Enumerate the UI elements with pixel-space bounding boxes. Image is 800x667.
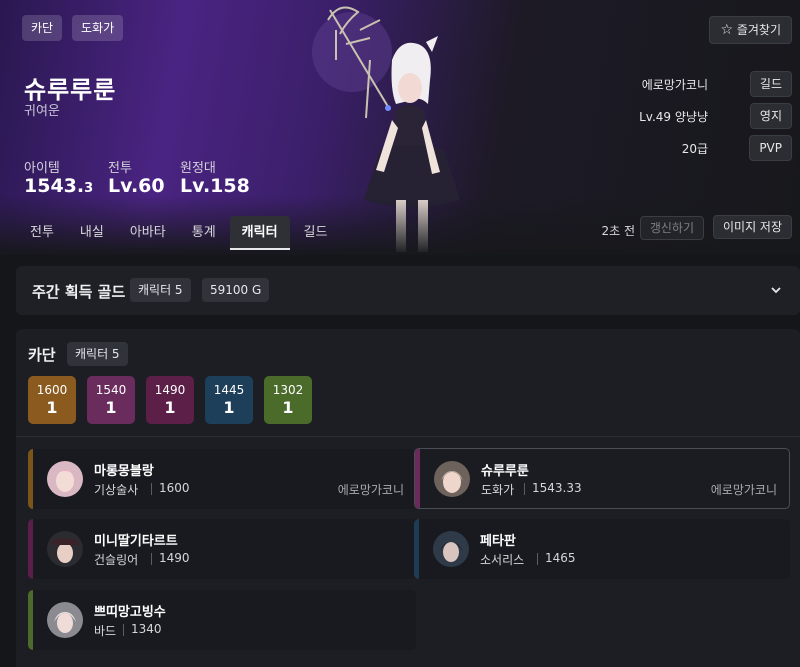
level-bucket-count: 1 bbox=[282, 398, 294, 417]
level-bucket-level: 1540 bbox=[95, 383, 127, 397]
character-avatar bbox=[47, 461, 83, 497]
character-card[interactable]: 마롱몽블랑 기상술사 1600 에로망가코니 bbox=[28, 449, 416, 509]
gold-character-count: 캐릭터 5 bbox=[130, 278, 191, 302]
character-avatar bbox=[47, 531, 83, 567]
weekly-gold-title: 주간 획득 골드 bbox=[32, 283, 126, 301]
tab-stats[interactable]: 통계 bbox=[180, 216, 228, 250]
updated-time: 2초 전 bbox=[601, 224, 635, 238]
character-card-name: 쁘띠망고빙수 bbox=[94, 605, 166, 620]
item-level-value: 1543.3 bbox=[24, 175, 93, 197]
server-name: 카단 bbox=[28, 346, 56, 364]
level-bucket-level: 1445 bbox=[213, 383, 245, 397]
character-card[interactable]: 미니딸기타르트 건슬링어 1490 bbox=[28, 519, 416, 579]
character-card-guild: 에로망가코니 bbox=[337, 483, 404, 497]
level-bucket-count: 1 bbox=[105, 398, 117, 417]
tab-avatar[interactable]: 아바타 bbox=[118, 216, 178, 250]
weekly-gold-panel[interactable]: 주간 획득 골드 캐릭터 5 59100 G bbox=[16, 266, 800, 315]
expedition-level-label: 원정대 bbox=[180, 161, 216, 176]
profile-tabs: 전투 내실 아바타 통계 캐릭터 길드 bbox=[18, 216, 341, 250]
character-card-name: 페타판 bbox=[480, 534, 516, 549]
favorite-label: 즐겨찾기 bbox=[736, 23, 781, 37]
guild-button[interactable]: 길드 bbox=[749, 71, 792, 97]
level-bucket-level: 1600 bbox=[36, 383, 68, 397]
character-card-name: 미니딸기타르트 bbox=[94, 534, 178, 549]
server-tag: 카단 bbox=[22, 15, 63, 41]
character-card-current[interactable]: 슈루루룬 도화가 1543.33 에로망가코니 bbox=[414, 448, 790, 509]
character-avatar bbox=[433, 531, 469, 567]
combat-level-value: Lv.60 bbox=[108, 175, 165, 197]
character-card-class: 건슬링어 bbox=[94, 553, 139, 567]
character-card-level: 1543.33 bbox=[532, 481, 582, 495]
server-character-count: 캐릭터 5 bbox=[67, 342, 128, 366]
character-card-name: 슈루루룬 bbox=[481, 464, 529, 479]
level-stripe bbox=[414, 519, 419, 579]
separator bbox=[151, 553, 152, 565]
character-card-class: 도화가 bbox=[481, 483, 515, 497]
class-tag: 도화가 bbox=[72, 15, 124, 41]
chevron-down-icon[interactable] bbox=[768, 282, 784, 298]
combat-level-label: 전투 bbox=[108, 161, 132, 176]
profile-header: 카단 도화가 ☆ 즐겨찾기 슈루루룬 귀여운 아이템 1543.3 전투 Lv.… bbox=[0, 0, 800, 255]
level-stripe bbox=[28, 590, 33, 650]
tab-characters[interactable]: 캐릭터 bbox=[229, 216, 290, 250]
refresh-button[interactable]: 갱신하기 bbox=[639, 216, 704, 240]
level-stripe bbox=[28, 449, 33, 509]
level-bucket-count: 1 bbox=[46, 398, 58, 417]
character-avatar bbox=[47, 602, 83, 638]
character-card-level: 1490 bbox=[159, 551, 190, 565]
level-bucket-level: 1490 bbox=[154, 383, 186, 397]
character-card-class: 바드 bbox=[94, 624, 117, 638]
character-card[interactable]: 페타판 소서리스 1465 bbox=[414, 519, 790, 579]
level-bucket-1302: 1302 1 bbox=[264, 376, 312, 424]
separator bbox=[537, 553, 538, 565]
character-card-level: 1600 bbox=[159, 481, 190, 495]
character-card-guild: 에로망가코니 bbox=[710, 483, 777, 497]
level-stripe bbox=[28, 519, 33, 579]
character-card-level: 1465 bbox=[545, 551, 576, 565]
character-card-class: 기상술사 bbox=[94, 483, 139, 497]
server-panel: 카단 캐릭터 5 1600 1 1540 1 1490 1 1445 1 130… bbox=[16, 329, 800, 667]
estate-button[interactable]: 영지 bbox=[749, 103, 792, 129]
level-stripe bbox=[415, 449, 420, 508]
level-bucket-1490: 1490 1 bbox=[146, 376, 194, 424]
item-level-main: 1543. bbox=[24, 175, 85, 197]
tab-combat[interactable]: 전투 bbox=[18, 216, 66, 250]
level-bucket-count: 1 bbox=[164, 398, 176, 417]
level-bucket-level: 1302 bbox=[272, 383, 304, 397]
gold-amount: 59100 G bbox=[202, 278, 270, 302]
favorite-button[interactable]: ☆ 즐겨찾기 bbox=[709, 16, 792, 44]
level-bucket-1540: 1540 1 bbox=[87, 376, 135, 424]
save-image-button[interactable]: 이미지 저장 bbox=[712, 215, 792, 239]
separator bbox=[151, 483, 152, 495]
level-bucket-1445: 1445 1 bbox=[205, 376, 253, 424]
tab-guild[interactable]: 길드 bbox=[292, 216, 340, 250]
item-level-label: 아이템 bbox=[24, 161, 60, 176]
character-card-level: 1340 bbox=[131, 622, 162, 636]
item-level-decimal: 3 bbox=[84, 181, 94, 196]
separator bbox=[123, 624, 124, 636]
level-bucket-1600: 1600 1 bbox=[28, 376, 76, 424]
star-icon: ☆ bbox=[720, 22, 733, 38]
expedition-level-value: Lv.158 bbox=[180, 175, 250, 197]
level-bucket-count: 1 bbox=[223, 398, 235, 417]
pvp-button[interactable]: PVP bbox=[749, 135, 792, 161]
estate-info: Lv.49 양냥냥 bbox=[639, 110, 708, 124]
guild-name: 에로망가코니 bbox=[641, 78, 708, 92]
character-card-name: 마롱몽블랑 bbox=[94, 464, 154, 479]
separator bbox=[524, 483, 525, 495]
character-card[interactable]: 쁘띠망고빙수 바드 1340 bbox=[28, 590, 416, 650]
character-avatar bbox=[434, 461, 470, 497]
character-card-class: 소서리스 bbox=[480, 553, 525, 567]
character-title: 귀여운 bbox=[24, 104, 60, 119]
tab-inner[interactable]: 내실 bbox=[68, 216, 116, 250]
pvp-rank: 20급 bbox=[681, 142, 708, 156]
divider bbox=[16, 436, 800, 437]
